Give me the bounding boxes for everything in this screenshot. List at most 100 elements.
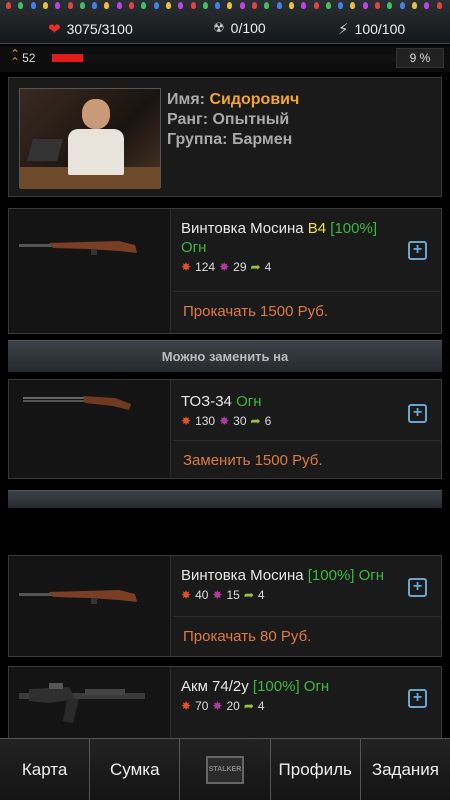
nav-tasks-button[interactable]: Задания <box>360 739 450 800</box>
section-divider <box>8 490 442 508</box>
character-name: Сидорович <box>209 91 300 108</box>
item-mod-type: Огн <box>236 393 262 410</box>
nav-profile-button[interactable]: Профиль <box>270 739 361 800</box>
light-bulb <box>399 2 405 9</box>
light-bulb <box>325 2 331 9</box>
rate-value: 6 <box>264 414 272 428</box>
item-mod-type: Огн <box>358 567 385 584</box>
damage-icon: ✸ <box>181 699 192 713</box>
item-image <box>9 209 171 333</box>
item-mod-type: Огн <box>181 239 207 256</box>
replacement-item-card[interactable]: ТОЗ-34 Огн ✸ 130 ✸ 30 ➦ 6 + Заменить 1500 Р… <box>8 379 442 479</box>
profile-info: Имя: Сидорович Ранг: Опытный Группа: Бар… <box>167 90 299 150</box>
bottom-navigation: Карта Сумка STALKER Профиль Задания <box>0 738 450 800</box>
character-group: Бармен <box>231 131 293 148</box>
nav-logo-button[interactable]: STALKER <box>180 739 271 800</box>
item-mod-percent: [100%] <box>252 678 300 695</box>
energy-stat: ⚡ 100/100 <box>338 20 405 38</box>
group-label: Группа: <box>167 131 228 148</box>
light-bulb <box>350 2 356 9</box>
stalker-logo: STALKER <box>206 755 244 784</box>
light-bulb <box>424 2 430 9</box>
light-bulb <box>362 2 368 9</box>
portrait-laptop <box>27 139 63 161</box>
plus-icon[interactable]: + <box>408 689 427 708</box>
festive-lights <box>0 0 450 10</box>
light-bulb <box>411 2 417 9</box>
rank-chevron-icon: ⌃ ⌃ <box>10 47 20 69</box>
light-bulb <box>301 2 307 9</box>
experience-bar: ⌃ ⌃ 52 9 % <box>0 46 450 72</box>
plus-icon[interactable]: + <box>408 404 427 423</box>
health-stat: ❤ 3075/3100 <box>48 20 133 38</box>
item-details: Винтовка Мосина B4 [100%] Огн ✸ 124 ✸ 29 ➦… <box>173 209 441 274</box>
damage-icon: ✸ <box>181 588 192 602</box>
item-details: Акм 74/2у [100%] Огн ✸ 70 ✸ 20 ➦ 4 <box>173 667 441 713</box>
light-bulb <box>436 2 442 9</box>
item-title: ТОЗ-34 Огн <box>181 392 441 411</box>
light-bulb <box>202 2 208 9</box>
replace-button[interactable]: Заменить 1500 Руб. <box>173 440 441 480</box>
level-badge: ⌃ ⌃ 52 <box>10 47 36 69</box>
item-title: Винтовка Мосина [100%] Огн <box>181 566 441 585</box>
damage-value: 40 <box>195 588 209 602</box>
nav-map-button[interactable]: Карта <box>0 739 91 800</box>
energy-value: 100/100 <box>354 21 406 37</box>
penetration-value: 20 <box>226 699 240 713</box>
rate-icon: ➦ <box>243 699 254 713</box>
penetration-value: 15 <box>226 588 240 602</box>
penetration-icon: ✸ <box>212 588 223 602</box>
portrait-body <box>68 129 124 175</box>
item-name: ТОЗ-34 <box>181 393 232 410</box>
character-portrait[interactable] <box>19 88 161 189</box>
akm-rifle-image <box>19 683 145 723</box>
level-value: 52 <box>22 51 36 65</box>
item-stats: ✸ 70 ✸ 20 ➦ 4 <box>181 699 441 713</box>
item-details: ТОЗ-34 Огн ✸ 130 ✸ 30 ➦ 6 <box>173 380 441 428</box>
rate-value: 4 <box>257 699 265 713</box>
plus-icon[interactable]: + <box>408 578 427 597</box>
light-bulb <box>18 2 24 9</box>
inventory-item-card[interactable]: Акм 74/2у [100%] Огн ✸ 70 ✸ 20 ➦ 4 + <box>8 666 442 746</box>
light-bulb <box>153 2 159 9</box>
item-mod-percent: [100%] <box>307 567 355 584</box>
light-bulb <box>104 2 110 9</box>
item-details: Винтовка Мосина [100%] Огн ✸ 40 ✸ 15 ➦ 4 <box>173 556 441 602</box>
radiation-stat: ☢ 0/100 <box>213 20 266 36</box>
character-profile: Имя: Сидорович Ранг: Опытный Группа: Бар… <box>8 77 442 197</box>
xp-percent: 9 % <box>396 48 444 68</box>
current-item-card[interactable]: Винтовка Мосина B4 [100%] Огн ✸ 124 ✸ 29 ➦… <box>8 208 442 334</box>
rate-icon: ➦ <box>243 588 254 602</box>
light-bulb <box>387 2 393 9</box>
light-bulb <box>375 2 380 9</box>
light-bulb <box>165 2 171 9</box>
radiation-value: 0/100 <box>230 20 266 36</box>
item-name: Винтовка Мосина <box>181 220 304 237</box>
inventory-item-card[interactable]: Винтовка Мосина [100%] Огн ✸ 40 ✸ 15 ➦ 4 + … <box>8 555 442 657</box>
item-image <box>9 556 171 656</box>
toz34-shotgun-image <box>23 396 131 410</box>
penetration-icon: ✸ <box>219 414 230 428</box>
light-bulb <box>338 2 344 9</box>
item-stats: ✸ 40 ✸ 15 ➦ 4 <box>181 588 441 602</box>
replace-header: Можно заменить на <box>8 340 442 372</box>
plus-icon[interactable]: + <box>408 241 427 260</box>
item-name: Акм 74/2у <box>181 678 249 695</box>
light-bulb <box>178 2 184 9</box>
light-bulb <box>67 2 73 9</box>
light-bulb <box>313 2 319 9</box>
upgrade-button[interactable]: Прокачать 1500 Руб. <box>173 291 441 331</box>
nav-bag-button[interactable]: Сумка <box>90 739 181 800</box>
light-bulb <box>92 2 98 9</box>
light-bulb <box>288 2 294 9</box>
upgrade-button[interactable]: Прокачать 80 Руб. <box>173 616 441 656</box>
light-bulb <box>215 2 221 9</box>
penetration-value: 30 <box>233 414 247 428</box>
item-stats: ✸ 124 ✸ 29 ➦ 4 <box>181 260 441 274</box>
damage-icon: ✸ <box>181 414 192 428</box>
rate-value: 4 <box>264 260 272 274</box>
penetration-icon: ✸ <box>219 260 230 274</box>
damage-value: 70 <box>195 699 209 713</box>
rate-value: 4 <box>257 588 265 602</box>
mosin-rifle-image <box>19 241 137 255</box>
